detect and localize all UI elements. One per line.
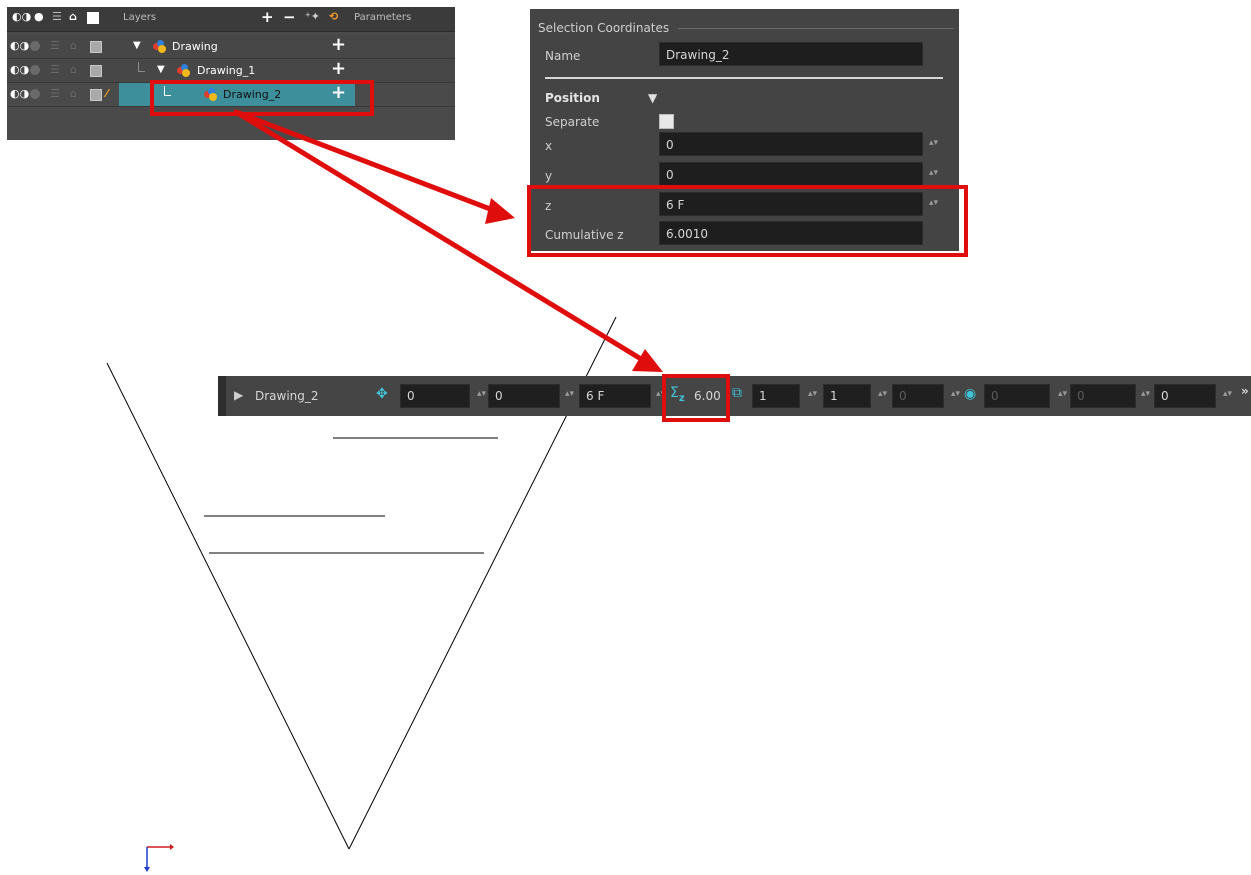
spin-icon[interactable]: ▴▾ [565, 389, 574, 399]
spin-icon[interactable]: ▴▾ [1058, 389, 1067, 399]
rotate-y-field[interactable]: 0 [1070, 384, 1136, 408]
highlight-box-cumulative [662, 374, 730, 422]
spin-icon[interactable]: ▴▾ [808, 389, 817, 399]
axis-indicator [144, 844, 174, 872]
overflow-icon[interactable]: » [1241, 384, 1249, 398]
rotate-z-field[interactable]: 0 [1154, 384, 1216, 408]
toolbar-grip[interactable] [218, 376, 226, 416]
spin-icon[interactable]: ▴▾ [878, 389, 887, 399]
scale-y-field[interactable]: 1 [823, 384, 871, 408]
pos-z-field[interactable]: 6 F [579, 384, 651, 408]
coordinates-toolbar: ▶ Drawing_2 ✥ 0 ▴▾ 0 ▴▾ 6 F ▴▾ Σz 6.00 ⧉… [218, 376, 1251, 416]
spin-icon[interactable]: ▴▾ [477, 389, 486, 399]
toolbar-layer-name: Drawing_2 [255, 389, 319, 403]
pos-y-field[interactable]: 0 [488, 384, 560, 408]
spin-icon[interactable]: ▴▾ [1141, 389, 1150, 399]
scale-icon[interactable]: ⧉ [732, 385, 742, 401]
spin-icon[interactable]: ▴▾ [1223, 389, 1232, 399]
play-icon[interactable]: ▶ [234, 388, 243, 402]
move-icon[interactable]: ✥ [376, 386, 388, 402]
scale-z-field[interactable]: 0 [892, 384, 944, 408]
rotate-x-field[interactable]: 0 [984, 384, 1050, 408]
cone-left-line [106, 362, 350, 850]
pos-x-field[interactable]: 0 [400, 384, 470, 408]
rotate-icon[interactable]: ◉ [964, 386, 976, 402]
canvas-drawing [106, 316, 617, 872]
spin-icon[interactable]: ▴▾ [951, 389, 960, 399]
scale-x-field[interactable]: 1 [752, 384, 800, 408]
